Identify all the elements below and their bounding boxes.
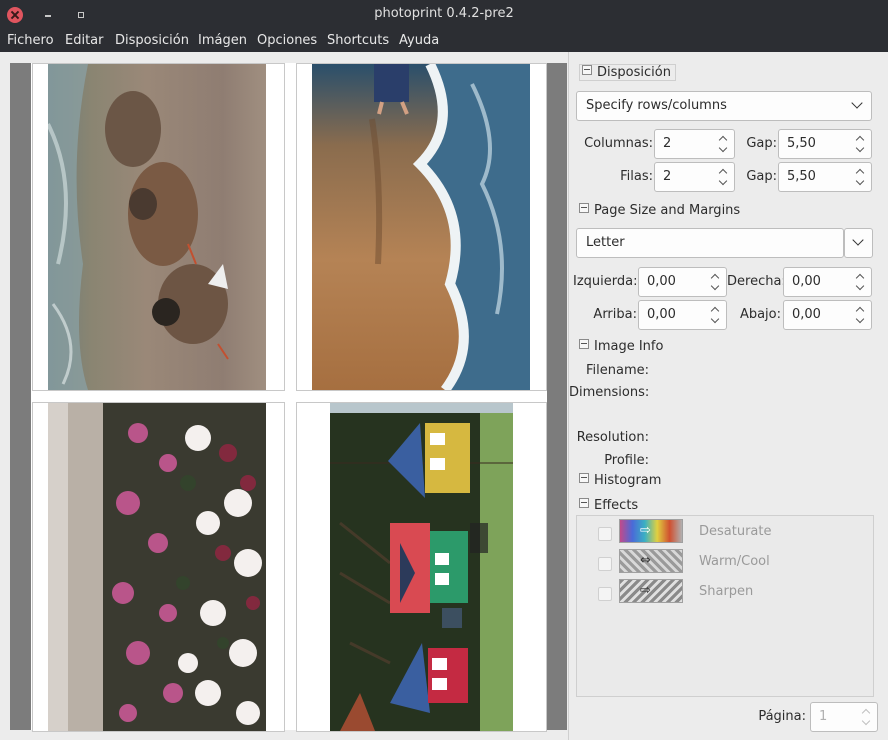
photo-ducks[interactable] <box>48 64 266 390</box>
margin-right-label: Derecha: <box>727 274 786 289</box>
image-info-section-header[interactable]: Image Info <box>579 339 663 354</box>
stepper-arrows-icon[interactable] <box>861 707 871 727</box>
page-value: 1 <box>819 709 828 724</box>
dimensions-label: Dimensions: <box>569 385 650 400</box>
stepper-arrows-icon[interactable] <box>710 305 720 325</box>
layout-cell[interactable] <box>296 63 547 391</box>
page-size-section-title: Page Size and Margins <box>594 203 741 218</box>
margin-left-label: Izquierda: <box>573 274 638 289</box>
page-spinner[interactable]: 1 <box>810 702 878 732</box>
photo-beach[interactable] <box>312 64 530 390</box>
page-size-section-header[interactable]: Page Size and Margins <box>579 203 740 218</box>
stepper-arrows-icon[interactable] <box>855 167 865 187</box>
margin-top-spinner[interactable]: 0,00 <box>638 300 727 330</box>
settings-panel: Disposición Specify rows/columns Columna… <box>568 52 888 740</box>
rows-spinner[interactable]: 2 <box>654 162 735 192</box>
stepper-arrows-icon[interactable] <box>718 134 728 154</box>
desaturate-icon: ⇨ <box>619 519 683 543</box>
margin-right-value: 0,00 <box>792 274 821 289</box>
menu-opciones[interactable]: Opciones <box>257 33 317 48</box>
gap-columns-spinner[interactable]: 5,50 <box>778 129 872 159</box>
print-preview[interactable] <box>10 63 567 732</box>
effects-section-title: Effects <box>594 498 639 513</box>
menu-shortcuts[interactable]: Shortcuts <box>327 33 389 48</box>
image-info-section-title: Image Info <box>594 339 664 354</box>
margin-bottom-value: 0,00 <box>792 307 821 322</box>
menu-fichero[interactable]: Fichero <box>7 33 54 48</box>
gap-columns-value: 5,50 <box>787 136 816 151</box>
filename-label: Filename: <box>585 363 649 378</box>
stepper-arrows-icon[interactable] <box>855 305 865 325</box>
margin-bottom-label: Abajo: <box>739 307 781 322</box>
stepper-arrows-icon[interactable] <box>718 167 728 187</box>
layout-section-title: Disposición <box>597 65 671 80</box>
effect-label: Sharpen <box>699 584 754 599</box>
paper-size-dropdown-button[interactable] <box>844 228 873 258</box>
effect-item-warm-cool[interactable]: ⇔ Warm/Cool <box>577 549 873 575</box>
columns-spinner[interactable]: 2 <box>654 129 735 159</box>
effect-label: Desaturate <box>699 524 772 539</box>
menu-bar: Fichero Editar Disposición Imágen Opcion… <box>0 30 888 52</box>
collapse-icon[interactable] <box>579 498 589 508</box>
effects-section-header[interactable]: Effects <box>579 498 638 513</box>
effect-item-desaturate[interactable]: ⇨ Desaturate <box>577 519 873 545</box>
columns-value: 2 <box>663 136 672 151</box>
collapse-icon[interactable] <box>579 203 589 213</box>
effect-label: Warm/Cool <box>699 554 770 569</box>
collapse-icon[interactable] <box>579 339 589 349</box>
margin-top-value: 0,00 <box>647 307 676 322</box>
menu-imagen[interactable]: Imágen <box>198 33 247 48</box>
stepper-arrows-icon[interactable] <box>855 272 865 292</box>
margin-left-value: 0,00 <box>647 274 676 289</box>
resolution-label: Resolution: <box>576 430 649 445</box>
margin-left-spinner[interactable]: 0,00 <box>638 267 727 297</box>
columns-label: Columnas: <box>584 136 653 151</box>
margin-bottom-spinner[interactable]: 0,00 <box>783 300 872 330</box>
margin-right-spinner[interactable]: 0,00 <box>783 267 872 297</box>
chevron-down-icon <box>852 234 864 246</box>
gap-rows-label: Gap: <box>746 169 777 184</box>
desaturate-checkbox[interactable] <box>598 527 612 541</box>
warm-cool-checkbox[interactable] <box>598 557 612 571</box>
stepper-arrows-icon[interactable] <box>710 272 720 292</box>
chevron-down-icon <box>851 97 863 109</box>
menu-editar[interactable]: Editar <box>65 33 104 48</box>
gap-columns-label: Gap: <box>746 136 777 151</box>
title-bar: photoprint 0.4.2-pre2 <box>0 0 888 30</box>
collapse-icon[interactable] <box>582 65 592 75</box>
menu-disposicion[interactable]: Disposición <box>115 33 189 48</box>
layout-cell[interactable] <box>296 402 547 732</box>
layout-section-header[interactable]: Disposición <box>579 64 676 81</box>
collapse-icon[interactable] <box>579 473 589 483</box>
page-label: Página: <box>758 709 806 724</box>
rows-label: Filas: <box>620 169 653 184</box>
layout-mode-value: Specify rows/columns <box>586 98 727 113</box>
gap-rows-spinner[interactable]: 5,50 <box>778 162 872 192</box>
menu-ayuda[interactable]: Ayuda <box>399 33 439 48</box>
warm-cool-icon: ⇔ <box>619 549 683 573</box>
layout-mode-select[interactable]: Specify rows/columns <box>576 91 872 121</box>
window-title: photoprint 0.4.2-pre2 <box>374 6 514 21</box>
paper-page <box>31 63 547 732</box>
gap-rows-value: 5,50 <box>787 169 816 184</box>
histogram-section-title: Histogram <box>594 473 662 488</box>
paper-size-value: Letter <box>586 235 625 250</box>
stepper-arrows-icon[interactable] <box>855 134 865 154</box>
profile-label: Profile: <box>604 453 649 468</box>
effects-list: ⇨ Desaturate ⇔ Warm/Cool ⇨ Sharpen <box>576 515 874 697</box>
paper-size-input[interactable]: Letter <box>576 228 844 258</box>
layout-cell[interactable] <box>32 402 285 732</box>
margin-top-label: Arriba: <box>593 307 637 322</box>
effect-item-sharpen[interactable]: ⇨ Sharpen <box>577 579 873 605</box>
sharpen-icon: ⇨ <box>619 579 683 603</box>
rows-value: 2 <box>663 169 672 184</box>
sharpen-checkbox[interactable] <box>598 587 612 601</box>
photo-houses[interactable] <box>330 403 513 731</box>
photo-flowers[interactable] <box>48 403 266 731</box>
histogram-section-header[interactable]: Histogram <box>579 473 661 488</box>
layout-cell[interactable] <box>32 63 285 391</box>
